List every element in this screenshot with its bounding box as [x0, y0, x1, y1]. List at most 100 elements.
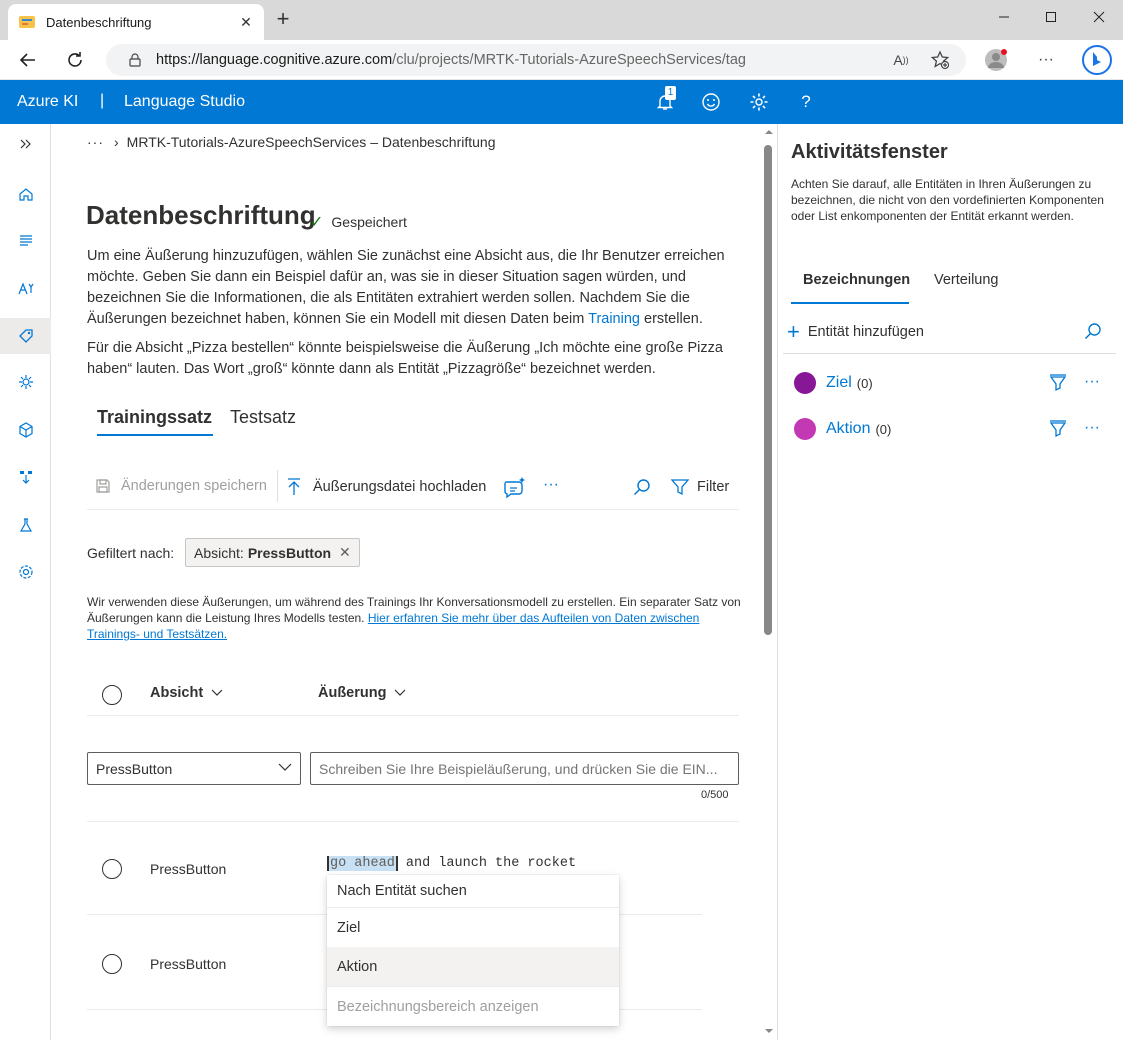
- search-icon[interactable]: [633, 478, 651, 496]
- favicon-icon: [18, 14, 36, 30]
- settings-gear-icon[interactable]: [748, 91, 770, 113]
- tab-test-set[interactable]: Testsatz: [230, 407, 296, 428]
- entity-item-aktion[interactable]: Aktion (0): [794, 418, 891, 440]
- window-close-icon[interactable]: [1076, 0, 1122, 34]
- chevron-down-icon: [211, 689, 223, 697]
- breadcrumb-chevron-icon: ›: [114, 134, 119, 150]
- entity-more-icon[interactable]: ···: [1084, 419, 1100, 437]
- row-utterance: go ahead and launch the rocket: [327, 856, 576, 871]
- app-header: Azure KI | Language Studio ?: [0, 80, 1123, 124]
- entity-more-icon[interactable]: ···: [1084, 373, 1100, 391]
- feedback-smiley-icon[interactable]: [700, 91, 722, 113]
- left-nav-rail: [0, 124, 51, 1040]
- tab-title: Datenbeschriftung: [46, 14, 152, 30]
- remove-filter-icon[interactable]: ✕: [339, 544, 351, 561]
- example-paragraph: Für die Absicht „Pizza bestellen“ könnte…: [87, 340, 723, 377]
- tab-selected-indicator: [97, 434, 213, 436]
- bing-copilot-icon[interactable]: [1082, 45, 1112, 75]
- model-performance-icon[interactable]: [0, 412, 51, 448]
- tab-distribution[interactable]: Verteilung: [934, 272, 999, 288]
- panel-tab-indicator: [791, 302, 909, 304]
- browser-menu-icon[interactable]: ···: [1034, 48, 1058, 72]
- breadcrumb: ··· › MRTK-Tutorials-AzureSpeechServices…: [87, 134, 496, 150]
- url-text: https://language.cognitive.azure.com/clu…: [156, 52, 746, 68]
- column-header-intent[interactable]: Absicht: [150, 685, 223, 701]
- suggest-utterances-icon[interactable]: [502, 476, 526, 500]
- project-settings-icon[interactable]: [0, 554, 51, 590]
- header-separator: |: [100, 92, 105, 109]
- plus-icon: +: [787, 319, 800, 344]
- row-intent: PressButton: [150, 861, 227, 877]
- brand-name[interactable]: Azure KI: [17, 93, 78, 111]
- notification-badge: 1: [665, 86, 676, 100]
- filter-funnel-icon: [671, 478, 689, 496]
- panel-title: Aktivitätsfenster: [791, 141, 948, 163]
- expand-nav-icon[interactable]: [0, 126, 51, 162]
- saved-status: ✓ Gespeichert: [310, 212, 407, 232]
- highlighter-icon[interactable]: [1048, 419, 1068, 439]
- add-entity-button[interactable]: + Entität hinzufügen: [787, 319, 924, 344]
- activity-panel: Aktivitätsfenster Achten Sie darauf, all…: [778, 124, 1123, 1040]
- scrollbar-thumb[interactable]: [764, 145, 772, 635]
- intro-paragraph: Um eine Äußerung hinzuzufügen, wählen Si…: [87, 248, 725, 327]
- data-labeling-tag-icon[interactable]: [0, 318, 51, 354]
- testing-flask-icon[interactable]: [0, 507, 51, 543]
- chevron-down-icon: [394, 689, 406, 697]
- save-icon: [95, 478, 111, 494]
- filter-chip[interactable]: Absicht: PressButton ✕: [185, 538, 360, 567]
- training-info-text: Wir verwenden diese Äußerungen, um währe…: [87, 595, 741, 641]
- studio-name[interactable]: Language Studio: [124, 93, 245, 111]
- panel-separator: [783, 353, 1116, 354]
- entity-color-dot: [794, 372, 816, 394]
- save-changes-button[interactable]: Änderungen speichern: [95, 478, 267, 494]
- menu-item-aktion[interactable]: Aktion: [327, 947, 619, 986]
- toolbar-divider: [277, 470, 278, 502]
- row-select-checkbox[interactable]: [102, 954, 122, 974]
- utterance-input[interactable]: [310, 752, 739, 785]
- table-header: Absicht Äußerung: [87, 674, 739, 716]
- column-header-utterance[interactable]: Äußerung: [318, 685, 406, 701]
- favorites-star-icon[interactable]: [928, 48, 952, 72]
- chevron-down-icon: [278, 762, 292, 772]
- new-tab-icon[interactable]: +: [272, 8, 294, 31]
- build-model-icon[interactable]: [0, 270, 51, 306]
- row-intent: PressButton: [150, 956, 227, 972]
- refresh-icon[interactable]: [62, 47, 88, 73]
- upload-utterance-file-button[interactable]: Äußerungsdatei hochladen: [287, 478, 486, 496]
- tab-training-set[interactable]: Trainingssatz: [97, 407, 212, 428]
- filter-button[interactable]: Filter: [671, 478, 729, 496]
- read-aloud-icon[interactable]: A)): [889, 48, 913, 72]
- tab-close-icon[interactable]: ✕: [238, 14, 254, 31]
- home-icon[interactable]: [0, 176, 51, 212]
- menu-item-ziel[interactable]: Ziel: [327, 908, 619, 947]
- tab-labels[interactable]: Bezeichnungen: [803, 272, 910, 288]
- profile-avatar-icon[interactable]: [984, 48, 1008, 72]
- train-model-icon[interactable]: [0, 364, 51, 400]
- breadcrumb-overflow[interactable]: ···: [87, 134, 104, 150]
- command-bar: Änderungen speichern Äußerungsdatei hoch…: [87, 470, 739, 510]
- select-all-checkbox[interactable]: [102, 685, 122, 705]
- intent-dropdown[interactable]: PressButton: [87, 752, 301, 785]
- url-field[interactable]: https://language.cognitive.azure.com/clu…: [106, 44, 966, 76]
- maximize-icon[interactable]: [1028, 0, 1074, 34]
- more-commands-button[interactable]: ···: [543, 476, 559, 494]
- browser-tab[interactable]: Datenbeschriftung ✕: [8, 4, 264, 40]
- panel-description: Achten Sie darauf, alle Entitäten in Ihr…: [791, 177, 1104, 223]
- entity-search-icon[interactable]: [1084, 322, 1102, 340]
- row-select-checkbox[interactable]: [102, 859, 122, 879]
- browser-tab-bar: Datenbeschriftung ✕ +: [0, 0, 1123, 40]
- highlighter-icon[interactable]: [1048, 373, 1068, 393]
- entity-search-field[interactable]: Nach Entität suchen: [327, 875, 619, 908]
- character-counter: 0/500: [701, 789, 729, 801]
- address-bar-row: https://language.cognitive.azure.com/clu…: [0, 40, 1123, 80]
- selected-text-span[interactable]: go ahead: [327, 856, 398, 871]
- back-arrow-icon[interactable]: [15, 47, 41, 73]
- deployment-icon[interactable]: [0, 459, 51, 495]
- menu-item-show-labeling-panel[interactable]: Bezeichnungsbereich anzeigen: [327, 986, 619, 1026]
- training-link[interactable]: Training: [588, 311, 640, 327]
- saved-label: Gespeichert: [331, 214, 407, 230]
- schema-definition-icon[interactable]: [0, 223, 51, 259]
- minimize-icon[interactable]: [981, 0, 1027, 34]
- entity-item-ziel[interactable]: Ziel (0): [794, 372, 873, 394]
- help-icon[interactable]: ?: [795, 91, 817, 113]
